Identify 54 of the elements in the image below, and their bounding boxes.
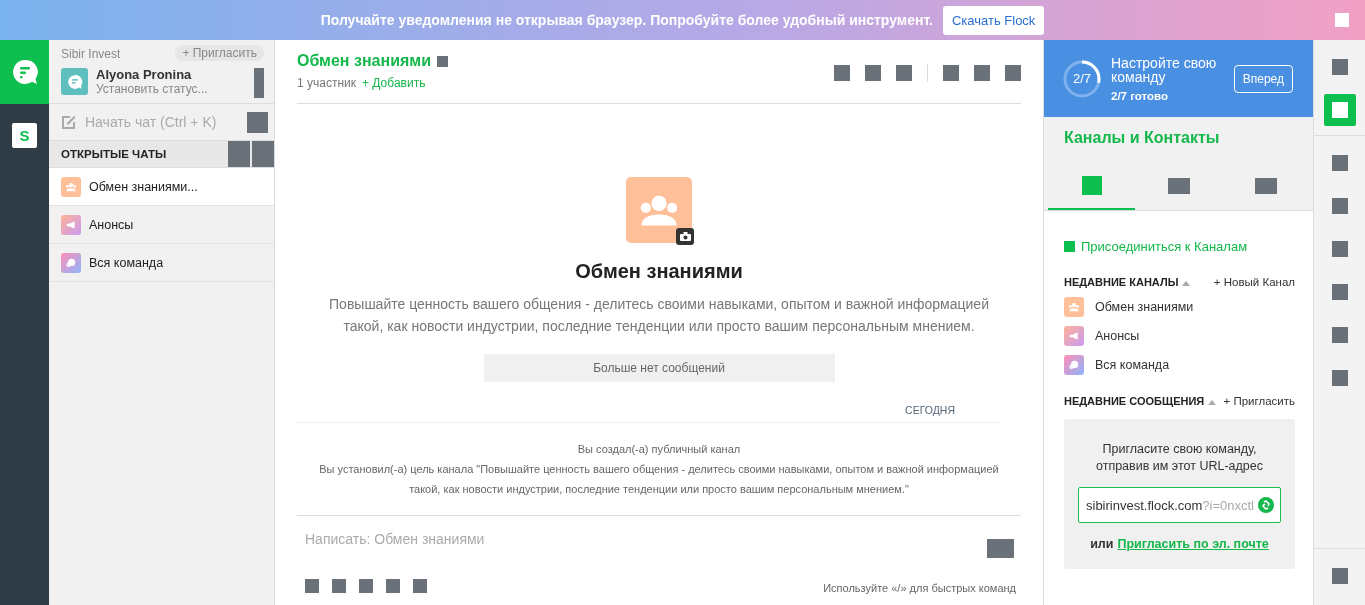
compose-icon	[61, 114, 77, 130]
square-icon	[1064, 241, 1075, 252]
commands-hint: Используйте «/» для быстрых команд	[823, 582, 1016, 594]
member-count: 1 участник	[297, 76, 356, 90]
section-heading: НЕДАВНИЕ СООБЩЕНИЯ	[1064, 395, 1205, 407]
channel-name: Обмен знаниями	[575, 260, 743, 283]
group-icon	[1064, 297, 1084, 317]
section-heading: НЕДАВНИЕ КАНАЛЫ	[1064, 276, 1179, 288]
channel-link[interactable]: Вся команда	[1095, 358, 1170, 372]
channel-avatar[interactable]	[626, 177, 692, 243]
chat-item[interactable]: Вся команда	[49, 244, 274, 282]
megaphone-icon	[61, 214, 81, 235]
panel-title: Каналы и Контакты	[1063, 128, 1221, 148]
status-link[interactable]: Установить статус...	[96, 82, 208, 96]
megaphone-icon	[1064, 326, 1084, 346]
date-divider: СЕГОДНЯ	[297, 382, 999, 423]
group-icon	[61, 176, 81, 197]
setup-progress-text: 2/7 готово	[1111, 89, 1169, 102]
chat-bubbles-icon	[1064, 355, 1084, 375]
invite-link[interactable]: + Пригласить	[1223, 395, 1295, 407]
channel-link[interactable]: Анонсы	[1095, 329, 1140, 343]
invite-url-field[interactable]: sibirinvest.flock.com?i=0nxctl	[1078, 487, 1281, 523]
new-channel-link[interactable]: + Новый Канал	[1213, 276, 1295, 288]
chat-item[interactable]: Анонсы	[49, 206, 274, 244]
invite-button[interactable]: + Пригласить	[175, 45, 264, 61]
invite-instructions: Пригласите свою команду, отправив им этот URL-адрес	[1095, 441, 1264, 475]
channel-title: Обмен знаниями	[297, 52, 431, 70]
banner-message: Получайте уведомления не открывая браузер. Попробуйте более удобный инструмент.	[320, 12, 933, 28]
collapse-icon[interactable]	[1182, 281, 1191, 286]
app-home-tab[interactable]	[0, 40, 49, 104]
flock-logo-icon	[10, 58, 39, 86]
next-button[interactable]: Вперед	[1233, 64, 1293, 93]
dock-button[interactable]	[1323, 94, 1356, 126]
team-name: Sibir Invest	[61, 47, 121, 61]
no-more-messages-notice: Больше нет сообщений	[483, 354, 835, 382]
chat-bubbles-icon	[61, 252, 81, 273]
progress-label: 2/7	[1071, 70, 1093, 88]
camera-icon[interactable]	[676, 228, 694, 245]
user-name: Alyona Pronina	[96, 67, 193, 82]
user-avatar[interactable]	[61, 68, 88, 95]
setup-title: Настройте свою команду	[1111, 55, 1218, 84]
add-member-link[interactable]: + Добавить	[362, 76, 426, 90]
channel-description: Повышайте ценность вашего общения - делитесь своими навыками, опытом и важной информацией такой, как новости индустрии, последние тенденции или просто вашим персональным мнением.	[328, 295, 990, 336]
channel-link[interactable]: Обмен знаниями	[1095, 300, 1194, 314]
square-icon[interactable]	[247, 111, 268, 133]
event-message: Вы установил(-а) цель канала "Повышайте ценность вашего общения - делитесь своими навыками, опытом и важной информацией такой, как новости индустрии, последние тенденции или просто вашим персональным мнением."	[318, 462, 1000, 497]
or-label: или	[1090, 537, 1114, 551]
download-button[interactable]: Скачать Flock	[942, 5, 1045, 35]
chat-item[interactable]: Обмен знаниями...	[49, 168, 274, 206]
section-heading: ОТКРЫТЫЕ ЧАТЫ	[61, 148, 167, 160]
join-channels-link[interactable]: Присоединиться к Каналам	[1081, 239, 1248, 254]
event-message: Вы создал(-а) публичный канал	[576, 442, 742, 457]
collapse-icon[interactable]	[1208, 400, 1217, 405]
link-icon[interactable]	[1258, 497, 1274, 513]
